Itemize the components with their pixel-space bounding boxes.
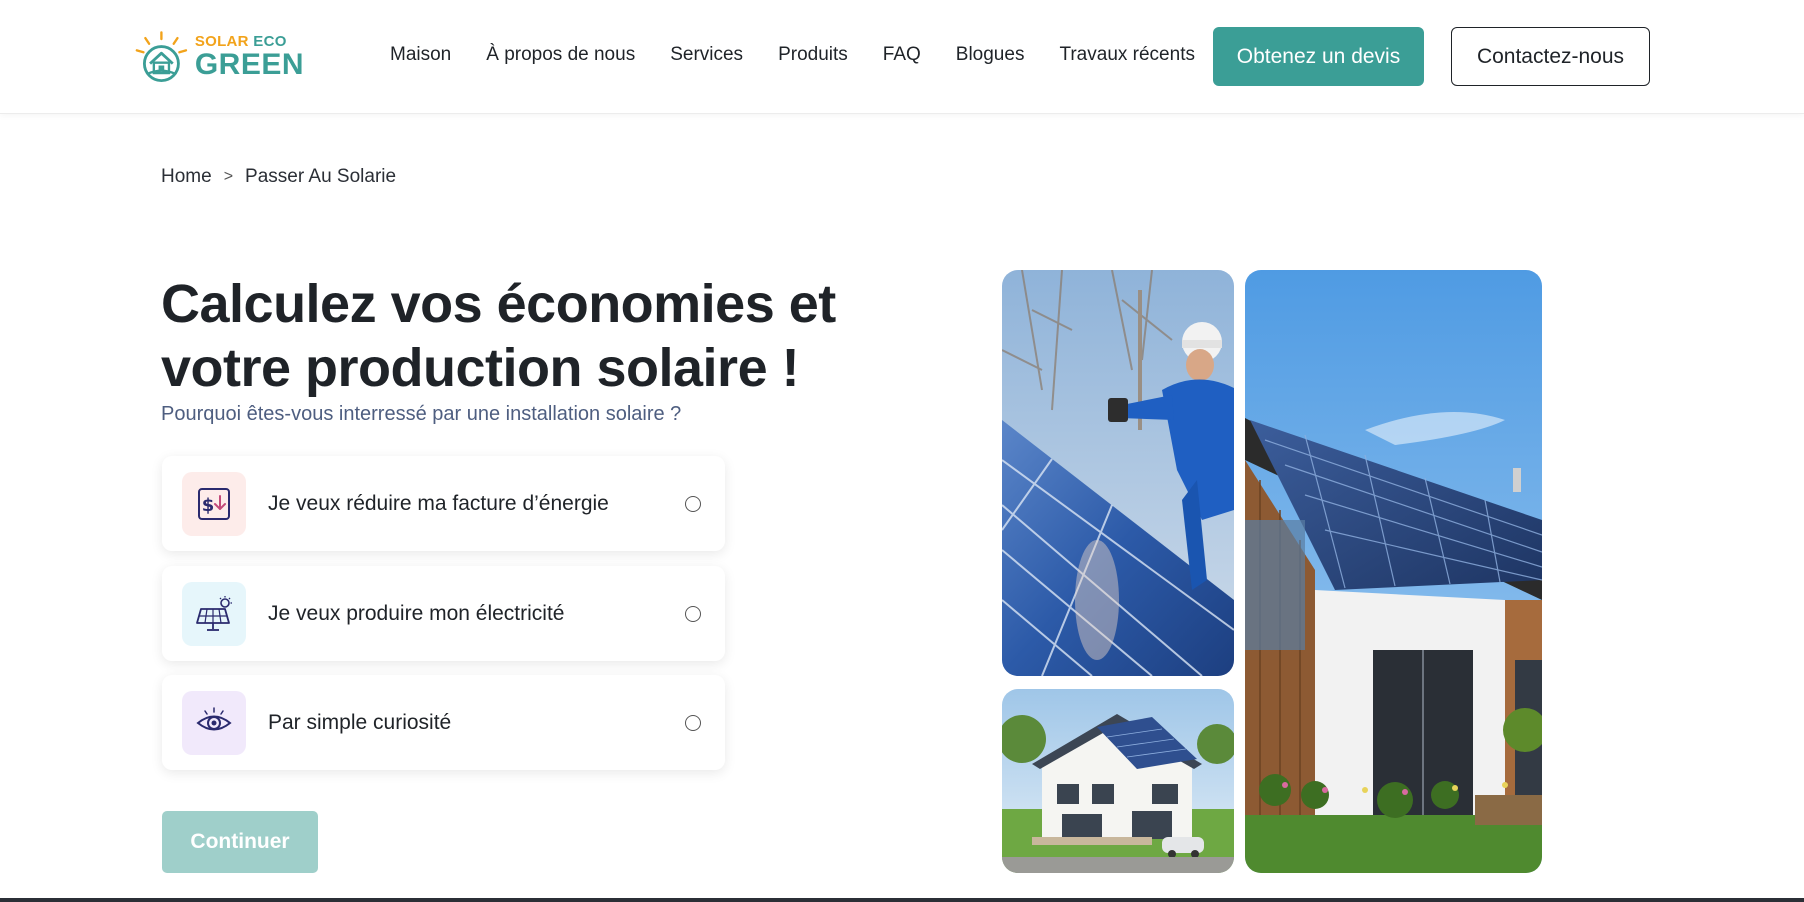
contact-button[interactable]: Contactez-nous [1451,27,1650,86]
option-radio[interactable] [685,605,701,622]
option-label: Je veux produire mon électricité [268,601,565,625]
nav-item-services[interactable]: Services [670,44,743,66]
breadcrumb-home-link[interactable]: Home [161,166,212,188]
page-title: Calculez vos économies et votre producti… [161,274,836,398]
nav-item-blogues[interactable]: Blogues [956,44,1025,66]
nav-item-faq[interactable]: FAQ [883,44,921,66]
svg-text:$: $ [202,495,215,516]
logo-text-green: GREEN [194,48,304,81]
main-nav: Maison À propos de nous Services Produit… [390,44,1230,66]
continue-button[interactable]: Continuer [162,811,318,873]
option-curiosity[interactable]: Par simple curiosité [162,675,725,770]
money-down-icon: $ [182,471,246,536]
breadcrumb: Home > Passer Au Solarie [161,166,396,188]
option-label: Par simple curiosité [268,710,452,734]
logo-sun-house-icon [135,31,188,83]
option-produce-electricity[interactable]: Je veux produire mon électricité [162,566,725,661]
option-radio[interactable] [685,714,701,731]
option-reduce-bill[interactable]: $ Je veux réduire ma facture d’énergie [162,456,725,551]
site-header: SOLAR ECO GREEN Maison À propos de nous … [0,0,1804,114]
eye-icon [182,690,246,755]
bottom-border [0,898,1804,902]
nav-item-a-propos[interactable]: À propos de nous [486,44,635,66]
breadcrumb-current: Passer Au Solarie [245,166,397,187]
breadcrumb-separator: > [223,168,234,185]
worker-installing-panels-image [1002,270,1234,676]
option-radio[interactable] [685,495,701,512]
option-label: Je veux réduire ma facture d’énergie [268,491,609,515]
question-subtitle: Pourquoi êtes-vous interressé par une in… [161,403,682,425]
solar-panel-icon [182,581,246,646]
modern-house-solar-roof-image [1245,270,1542,873]
house-with-solar-panels-image [1002,689,1234,873]
nav-item-maison[interactable]: Maison [390,44,451,66]
nav-item-produits[interactable]: Produits [778,44,848,66]
logo[interactable]: SOLAR ECO GREEN [134,28,304,86]
nav-item-travaux-recents[interactable]: Travaux récents [1059,44,1195,66]
get-quote-button[interactable]: Obtenez un devis [1213,27,1424,86]
